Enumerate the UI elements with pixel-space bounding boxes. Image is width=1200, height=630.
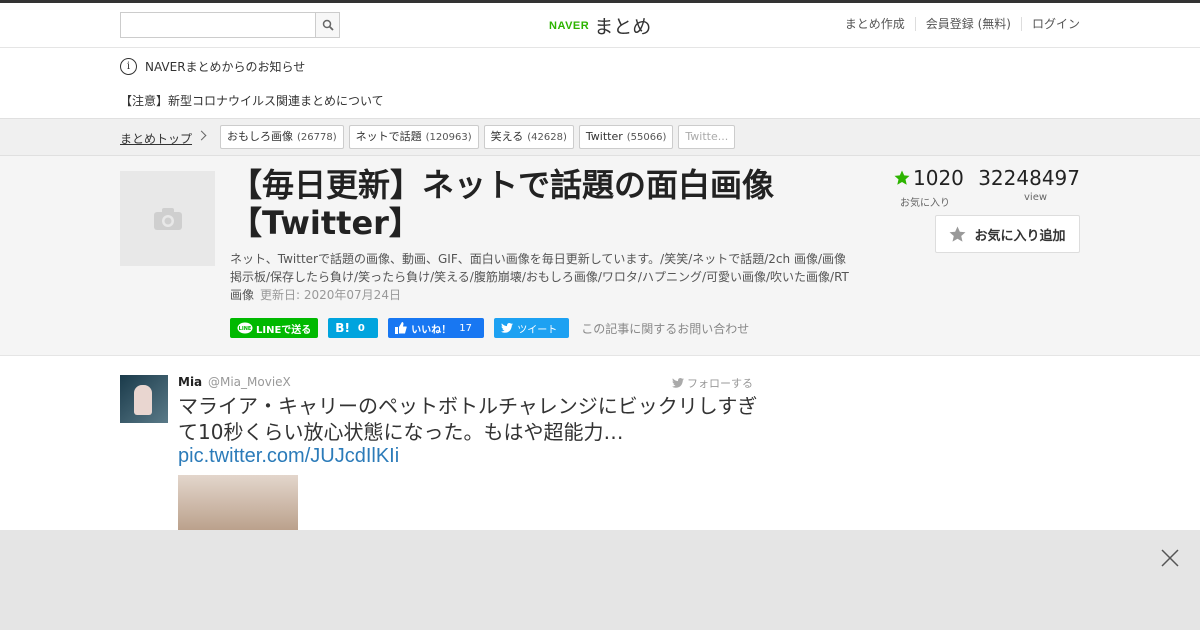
notice-title: i NAVERまとめからのお知らせ bbox=[120, 58, 305, 75]
info-icon: i bbox=[120, 58, 137, 75]
close-icon[interactable] bbox=[1160, 548, 1180, 568]
ad-banner bbox=[0, 530, 1200, 630]
breadcrumb: まとめトップ おもしろ画像 (26778) ネットで話題 (120963) 笑える(… bbox=[0, 118, 1200, 156]
facebook-like-label: いいね！ bbox=[411, 324, 452, 336]
view-count: 32248497 bbox=[978, 166, 1080, 190]
tag-count: (120963) bbox=[425, 132, 472, 143]
tweet-author: Mia @Mia_MovieX bbox=[178, 375, 291, 389]
line-share-button[interactable]: LINE LINEで送る bbox=[230, 318, 319, 338]
star-icon bbox=[950, 226, 966, 242]
updated-date: 更新日: 2020年07月24日 bbox=[260, 288, 401, 302]
article-thumbnail bbox=[120, 171, 215, 266]
logo-matome: まとめ bbox=[594, 16, 652, 38]
svg-text:LINE: LINE bbox=[239, 326, 252, 332]
tweet-image-link[interactable]: pic.twitter.com/JUJcdIlKIi bbox=[178, 445, 399, 468]
favorites-count-wrap: 1020 bbox=[894, 166, 964, 190]
tag-list: おもしろ画像 (26778) ネットで話題 (120963) 笑える (42628) … bbox=[220, 125, 740, 149]
search-icon bbox=[322, 19, 334, 31]
search-box bbox=[120, 12, 340, 38]
facebook-like-button[interactable]: いいね！ 17 bbox=[388, 318, 485, 338]
tweet-author-name[interactable]: Mia bbox=[178, 375, 202, 389]
favorites-count: 1020 bbox=[913, 166, 964, 190]
star-icon bbox=[894, 170, 910, 185]
tweet-text: マライア・キャリーのペットボトルチャレンジにビックリしすぎて10秒くらい放心状態… bbox=[178, 394, 758, 444]
inquiry-link[interactable]: この記事に関するお問い合わせ bbox=[581, 320, 749, 337]
tag-twitter-more[interactable]: Twitte... bbox=[678, 125, 736, 149]
follow-button[interactable]: フォローする bbox=[672, 375, 753, 391]
tag-waraeru[interactable]: 笑える (42628) bbox=[483, 125, 574, 149]
tag-label: Twitter bbox=[585, 130, 623, 143]
article-description: ネット、Twitterで話題の画像、動画、GIF、面白い画像を毎日更新しています… bbox=[230, 250, 850, 304]
site-header: NAVER まとめ まとめ作成 会員登録 (無料) ログイン bbox=[0, 3, 1200, 48]
chevron-right-icon bbox=[196, 130, 207, 141]
tweet-button[interactable]: ツイート bbox=[494, 318, 570, 338]
facebook-like-count: 17 bbox=[459, 322, 473, 334]
tag-count: (42628) bbox=[527, 132, 567, 143]
tag-net-wadai[interactable]: ネットで話題 (120963) bbox=[348, 125, 479, 149]
view-label: view bbox=[1024, 192, 1048, 203]
tweet-image[interactable] bbox=[178, 475, 298, 535]
site-logo[interactable]: NAVER まとめ bbox=[549, 12, 651, 39]
tweet-label: ツイート bbox=[517, 324, 558, 336]
page-title: 【毎日更新】ネットで話題の面白画像【Twitter】 bbox=[230, 166, 775, 242]
twitter-bird-icon bbox=[501, 323, 514, 333]
search-button[interactable] bbox=[315, 13, 339, 37]
line-share-label: LINEで送る bbox=[256, 324, 312, 336]
twitter-bird-icon bbox=[672, 378, 684, 388]
tag-omoshiro[interactable]: おもしろ画像 (26778) bbox=[220, 125, 344, 149]
breadcrumb-top-link[interactable]: まとめトップ bbox=[120, 130, 192, 147]
header-nav: まとめ作成 会員登録 (無料) ログイン bbox=[835, 17, 1080, 31]
avatar[interactable] bbox=[120, 375, 168, 423]
line-icon: LINE bbox=[237, 322, 253, 334]
tag-twitter[interactable]: Twitter (55066) bbox=[578, 125, 674, 149]
tag-label: Twitte... bbox=[685, 130, 729, 143]
favorites-label: お気に入り bbox=[900, 198, 950, 209]
hatena-bookmark-button[interactable]: B! 0 bbox=[328, 318, 379, 338]
add-favorite-button[interactable]: お気に入り追加 bbox=[935, 215, 1080, 253]
thumbs-up-icon bbox=[395, 322, 408, 334]
logo-naver: NAVER bbox=[549, 19, 590, 32]
tag-count: (26778) bbox=[297, 132, 337, 143]
tweet-author-handle[interactable]: @Mia_MovieX bbox=[208, 375, 291, 389]
add-favorite-label: お気に入り追加 bbox=[974, 228, 1066, 244]
search-input[interactable] bbox=[121, 13, 315, 37]
camera-icon bbox=[153, 207, 182, 230]
hatena-count: 0 bbox=[357, 322, 365, 334]
notice-title-text: NAVERまとめからのお知らせ bbox=[145, 60, 306, 74]
register-link[interactable]: 会員登録 (無料) bbox=[914, 17, 1021, 31]
notice-section: i NAVERまとめからのお知らせ 【注意】新型コロナウイルス関連まとめについて bbox=[0, 48, 1200, 118]
tag-label: ネットで話題 bbox=[355, 130, 422, 143]
notice-link[interactable]: 【注意】新型コロナウイルス関連まとめについて bbox=[120, 92, 384, 109]
follow-label: フォローする bbox=[687, 377, 753, 390]
share-bar: LINE LINEで送る B! 0 いいね！ 17 ツイート この記事に関するお… bbox=[230, 318, 749, 338]
tag-label: おもしろ画像 bbox=[227, 130, 293, 143]
article-header: 【毎日更新】ネットで話題の面白画像【Twitter】 ネット、Twitterで話… bbox=[0, 156, 1200, 356]
tag-label: 笑える bbox=[490, 130, 524, 143]
create-matome-link[interactable]: まとめ作成 bbox=[835, 17, 915, 31]
tag-count: (55066) bbox=[626, 132, 667, 143]
hatena-icon: B! bbox=[335, 321, 350, 335]
login-link[interactable]: ログイン bbox=[1020, 17, 1080, 31]
